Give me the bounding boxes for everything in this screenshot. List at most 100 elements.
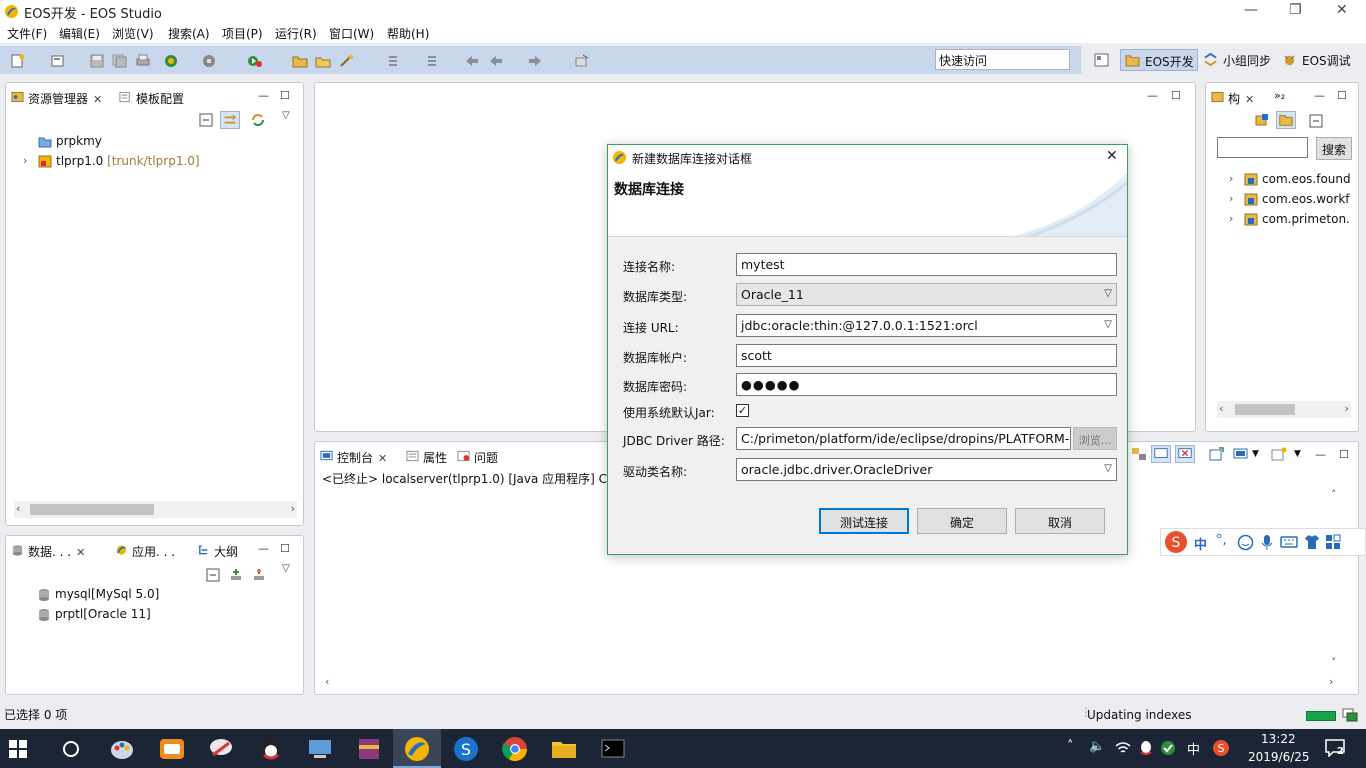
structure-item[interactable]: › com.eos.workf bbox=[1229, 192, 1350, 206]
browse-button[interactable]: 浏览... bbox=[1073, 427, 1117, 450]
console-horizontal-scrollbar[interactable]: ‹ › bbox=[323, 674, 1333, 690]
desktop-app-icon[interactable] bbox=[306, 735, 334, 763]
tab-application[interactable]: 应用. . . bbox=[112, 540, 181, 560]
maximize-panel-icon[interactable]: ☐ bbox=[280, 89, 290, 102]
sogou-logo-icon[interactable]: S bbox=[1163, 530, 1189, 554]
menu-view[interactable]: 浏览(V) bbox=[112, 25, 154, 42]
structure-item[interactable]: › com.eos.found bbox=[1229, 172, 1351, 186]
remove-connection-icon[interactable] bbox=[251, 568, 267, 582]
minimize-panel-icon[interactable]: — bbox=[258, 89, 269, 102]
open-console-icon[interactable] bbox=[1209, 447, 1225, 461]
save-icon[interactable] bbox=[89, 54, 105, 68]
scroll-right-icon[interactable]: › bbox=[291, 502, 295, 515]
tencent-app-icon[interactable] bbox=[207, 735, 235, 763]
account-input[interactable]: scott bbox=[736, 344, 1117, 367]
default-jar-checkbox[interactable]: ✓ bbox=[736, 404, 749, 417]
wand-icon[interactable] bbox=[339, 54, 355, 68]
perspective-eos-dev[interactable]: EOS开发 bbox=[1120, 49, 1198, 71]
view-menu-icon[interactable]: ▽ bbox=[282, 563, 290, 574]
toolbox-grid-icon[interactable] bbox=[1325, 534, 1341, 550]
remove-launch-icon[interactable] bbox=[1175, 445, 1195, 463]
collapse-all-icon[interactable] bbox=[1309, 114, 1323, 128]
search-icon[interactable] bbox=[61, 739, 81, 759]
deploy-icon[interactable] bbox=[202, 54, 218, 68]
run-icon[interactable] bbox=[247, 54, 263, 68]
expand-icon[interactable]: › bbox=[1229, 212, 1233, 225]
scroll-left-icon[interactable]: ‹ bbox=[1219, 402, 1223, 415]
expand-icon[interactable]: › bbox=[1229, 172, 1233, 185]
scroll-right-icon[interactable]: › bbox=[1345, 402, 1349, 415]
windows-start-icon[interactable] bbox=[8, 739, 28, 759]
server-icon[interactable] bbox=[164, 54, 180, 68]
minimize-panel-icon[interactable]: — bbox=[1314, 89, 1325, 102]
close-tab-icon[interactable]: ✕ bbox=[378, 452, 387, 465]
add-structure-icon[interactable] bbox=[1254, 113, 1270, 127]
expand-icon[interactable]: › bbox=[23, 154, 27, 167]
pin-console-icon[interactable] bbox=[1151, 445, 1171, 463]
db-item-mysql[interactable]: mysql[MySql 5.0] bbox=[39, 587, 159, 601]
tray-input-language[interactable]: 中 bbox=[1187, 739, 1200, 758]
new-project-icon[interactable] bbox=[50, 54, 66, 68]
back-icon[interactable] bbox=[464, 54, 480, 68]
explorer-horizontal-scrollbar[interactable]: ‹ › bbox=[14, 501, 297, 518]
next-annotation-icon[interactable] bbox=[386, 54, 402, 68]
pin-editor-icon[interactable] bbox=[574, 54, 590, 68]
close-button[interactable]: ✕ bbox=[1336, 2, 1348, 18]
microphone-icon[interactable] bbox=[1260, 534, 1274, 551]
tab-resource-manager[interactable]: 资源管理器 ✕ bbox=[8, 87, 109, 107]
maximize-panel-icon[interactable]: ☐ bbox=[280, 542, 290, 555]
security-tray-icon[interactable] bbox=[1160, 740, 1176, 756]
sogou-app-icon[interactable]: S bbox=[452, 735, 480, 763]
scroll-down-icon[interactable]: ˅ bbox=[1331, 656, 1337, 669]
sogou-tray-icon[interactable]: S bbox=[1212, 739, 1230, 757]
menu-run[interactable]: 运行(R) bbox=[275, 25, 317, 42]
menu-edit[interactable]: 编辑(E) bbox=[59, 25, 100, 42]
minimize-panel-icon[interactable]: — bbox=[258, 542, 269, 555]
close-tab-icon[interactable]: ✕ bbox=[93, 93, 102, 106]
menu-window[interactable]: 窗口(W) bbox=[329, 25, 374, 42]
connection-name-input[interactable]: mytest bbox=[736, 253, 1117, 276]
emoji-icon[interactable] bbox=[1237, 534, 1254, 551]
maximize-panel-icon[interactable]: ☐ bbox=[1339, 448, 1349, 461]
restore-button[interactable]: ❐ bbox=[1289, 2, 1302, 18]
qq-tray-icon[interactable] bbox=[1139, 740, 1153, 756]
scroll-right-icon[interactable]: › bbox=[1329, 675, 1333, 688]
db-type-select[interactable]: Oracle_11 ▽ bbox=[736, 283, 1117, 306]
file-explorer-icon[interactable] bbox=[550, 735, 578, 763]
menu-project[interactable]: 项目(P) bbox=[222, 25, 263, 42]
scroll-left-icon[interactable]: ‹ bbox=[325, 675, 329, 688]
scroll-left-icon[interactable]: ‹ bbox=[16, 502, 20, 515]
tree-item-prpkmy[interactable]: prpkmy bbox=[38, 134, 102, 148]
sync-explorer-icon[interactable] bbox=[250, 113, 266, 127]
taskbar-eos-active[interactable] bbox=[393, 729, 441, 768]
console-view-dropdown-icon[interactable]: ▼ bbox=[1252, 449, 1259, 459]
tray-expand-icon[interactable]: ˄ bbox=[1067, 739, 1074, 754]
more-views-button[interactable]: »₂ bbox=[1274, 89, 1285, 102]
ok-button[interactable]: 确定 bbox=[917, 508, 1007, 534]
quick-access-input[interactable]: 快速访问 bbox=[935, 49, 1070, 70]
menu-search[interactable]: 搜索(A) bbox=[168, 25, 210, 42]
tab-structure[interactable]: 构 ✕ bbox=[1208, 87, 1261, 107]
structure-search-button[interactable]: 搜索 bbox=[1316, 137, 1352, 160]
rar-app-icon[interactable] bbox=[355, 735, 383, 763]
driver-class-combo[interactable]: oracle.jdbc.driver.OracleDriver ▽ bbox=[736, 458, 1117, 481]
progress-view-icon[interactable] bbox=[1342, 708, 1358, 722]
save-all-icon[interactable] bbox=[112, 54, 128, 68]
maximize-panel-icon[interactable]: ☐ bbox=[1337, 89, 1347, 102]
db-item-prptl[interactable]: prptl[Oracle 11] bbox=[39, 607, 151, 621]
game-app-icon[interactable] bbox=[158, 735, 186, 763]
url-combo[interactable]: jdbc:oracle:thin:@127.0.0.1:1521:orcl ▽ bbox=[736, 314, 1117, 337]
console-vertical-scrollbar[interactable]: ˄ ˅ bbox=[1327, 486, 1343, 676]
new-icon[interactable] bbox=[10, 54, 26, 68]
forward-icon[interactable] bbox=[527, 54, 543, 68]
new-console-icon[interactable] bbox=[1271, 447, 1287, 461]
maximize-editor-icon[interactable]: ☐ bbox=[1171, 89, 1181, 102]
close-tab-icon[interactable]: ✕ bbox=[76, 546, 85, 559]
volume-icon[interactable]: 🔈 bbox=[1089, 739, 1105, 754]
tree-item-tlprp[interactable]: › tlprp1.0 [trunk/tlprp1.0] bbox=[23, 154, 200, 168]
progress-bar[interactable] bbox=[1306, 711, 1336, 721]
structure-item[interactable]: › com.primeton. bbox=[1229, 212, 1350, 226]
expand-icon[interactable]: › bbox=[1229, 192, 1233, 205]
dialog-close-button[interactable]: ✕ bbox=[1106, 148, 1118, 164]
scrollbar-thumb[interactable] bbox=[30, 504, 154, 515]
